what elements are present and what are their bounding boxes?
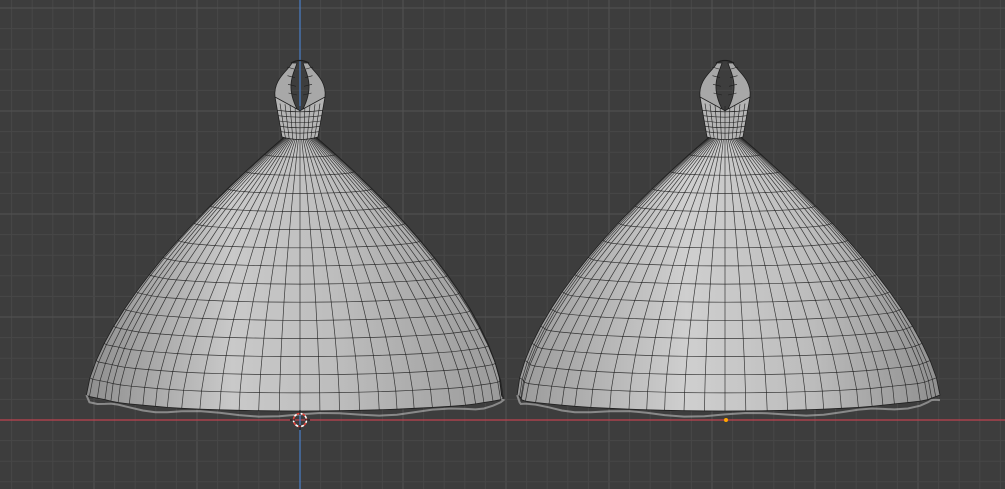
viewport-axes: [0, 0, 1005, 489]
viewport-grid: [0, 0, 1005, 489]
dress-mesh-left[interactable]: [85, 59, 506, 418]
object-origin-icon: [724, 418, 728, 422]
viewport-canvas[interactable]: [0, 0, 1005, 489]
3d-viewport[interactable]: [0, 0, 1005, 489]
